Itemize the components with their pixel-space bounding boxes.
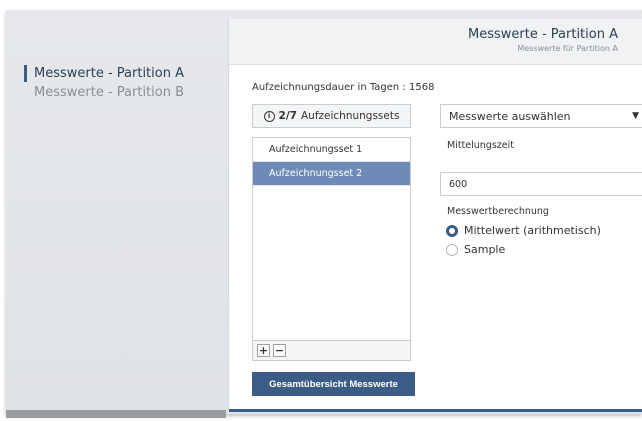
radio-unchecked-icon bbox=[446, 243, 458, 256]
duration-label: Aufzeichnungsdauer in Tagen : 1568 bbox=[252, 82, 435, 93]
measure-select[interactable]: Messwerte auswählen ▼ bbox=[440, 104, 642, 128]
averaging-input[interactable]: 600 bbox=[440, 172, 642, 196]
radio-mean[interactable]: Mittelwert (arithmetisch) bbox=[446, 224, 601, 237]
sidebar-item-partition-b[interactable]: Messwerte - Partition B bbox=[24, 83, 184, 102]
radio-mean-label: Mittelwert (arithmetisch) bbox=[464, 224, 601, 237]
caret-down-icon: ▼ bbox=[632, 111, 639, 121]
list-footer: + − bbox=[253, 340, 410, 360]
averaging-label: Mittelungszeit bbox=[447, 140, 514, 151]
sets-count-label: Aufzeichnungssets bbox=[300, 110, 400, 122]
overview-button[interactable]: Gesamtübersicht Messwerte bbox=[252, 372, 415, 396]
sidebar-item-partition-a[interactable]: Messwerte - Partition A bbox=[24, 64, 184, 83]
radio-checked-icon bbox=[446, 224, 458, 237]
main-header: Messwerte - Partition A Messwerte für Pa… bbox=[229, 19, 642, 65]
measure-select-value: Messwerte auswählen bbox=[449, 109, 571, 123]
page-subtitle: Messwerte für Partition A bbox=[517, 44, 618, 53]
radio-sample-label: Sample bbox=[464, 243, 506, 256]
sets-list: Aufzeichnungsset 1 Aufzeichnungsset 2 + … bbox=[252, 137, 411, 361]
sets-count-header: i 2/7 Aufzeichnungssets bbox=[252, 104, 411, 128]
info-icon: i bbox=[263, 110, 275, 122]
bottom-bar bbox=[6, 410, 226, 418]
list-item-set-2[interactable]: Aufzeichnungsset 2 bbox=[253, 162, 410, 186]
remove-set-button[interactable]: − bbox=[273, 344, 286, 357]
add-set-button[interactable]: + bbox=[257, 344, 270, 357]
sets-count: 2/7 bbox=[278, 110, 297, 122]
calculation-label: Messwertberechnung bbox=[447, 206, 549, 217]
main-panel: Messwerte - Partition A Messwerte für Pa… bbox=[228, 19, 642, 412]
page-title: Messwerte - Partition A bbox=[468, 27, 618, 42]
sidebar: Messwerte - Partition A Messwerte - Part… bbox=[24, 64, 184, 102]
radio-sample[interactable]: Sample bbox=[446, 243, 505, 256]
list-item-set-1[interactable]: Aufzeichnungsset 1 bbox=[253, 138, 410, 162]
